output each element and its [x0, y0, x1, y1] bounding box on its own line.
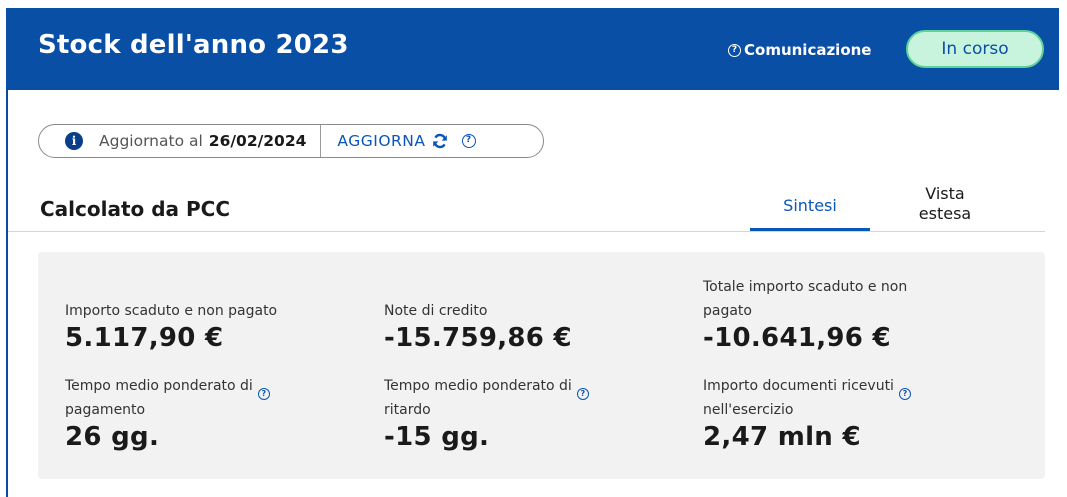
stat-label-line2: pagato: [703, 303, 752, 319]
updated-date: 26/02/2024: [208, 132, 307, 150]
stat-label: Note di credito: [384, 303, 488, 319]
updated-label: Aggiornato al: [99, 132, 203, 150]
left-border: [6, 88, 8, 497]
stat-value: 26 gg.: [65, 422, 160, 452]
stat-value: -15 gg.: [384, 422, 490, 452]
tabs-divider: [8, 231, 1045, 232]
stat-value: -15.759,86 €: [384, 323, 572, 353]
question-icon[interactable]: ?: [576, 388, 589, 400]
question-icon: ?: [728, 43, 741, 57]
refresh-button[interactable]: AGGIORNA: [337, 132, 447, 150]
question-icon[interactable]: ?: [898, 388, 911, 400]
tab-label-line2: estesa: [918, 204, 972, 223]
stats-panel: Importo scaduto e non pagato 5.117,90 € …: [38, 252, 1045, 479]
refresh-icon: [432, 133, 448, 149]
stat-label-line1: Totale importo scaduto e non: [703, 279, 908, 295]
info-icon: i: [65, 132, 83, 150]
stat-label: Importo scaduto e non pagato: [65, 303, 278, 319]
communication-label: Comunicazione: [744, 41, 872, 59]
tab-label-line1: Vista: [925, 184, 965, 203]
divider: [320, 125, 322, 157]
question-icon[interactable]: ?: [461, 134, 476, 148]
stat-label-line2: ritardo: [384, 402, 431, 418]
stat-value: -10.641,96 €: [703, 323, 891, 353]
stat-credit-notes: Note di credito -15.759,86 €: [384, 299, 572, 353]
stat-avg-payment-time: Tempo medio ponderato di? pagamento 26 g…: [65, 374, 270, 452]
tab-sintesi[interactable]: Sintesi: [750, 194, 870, 232]
communication-link[interactable]: ? Comunicazione: [728, 41, 872, 59]
stat-value: 5.117,90 €: [65, 323, 224, 353]
stat-total-overdue: Totale importo scaduto e non pagato -10.…: [703, 275, 907, 353]
page: Stock dell'anno 2023 ? Comunicazione In …: [0, 0, 1067, 497]
refresh-label: AGGIORNA: [337, 132, 426, 150]
stat-label-line2: pagamento: [65, 402, 146, 418]
page-title: Stock dell'anno 2023: [38, 30, 349, 60]
update-bar: i Aggiornato al 26/02/2024 AGGIORNA ?: [38, 124, 544, 158]
stat-label-line2: nell'esercizio: [703, 402, 794, 418]
stat-label-line1: Importo documenti ricevuti: [703, 378, 894, 394]
stat-label-line1: Tempo medio ponderato di: [65, 378, 253, 394]
stat-avg-delay-time: Tempo medio ponderato di? ritardo -15 gg…: [384, 374, 589, 452]
stat-label-line1: Tempo medio ponderato di: [384, 378, 572, 394]
page-header: Stock dell'anno 2023 ? Comunicazione In …: [6, 8, 1059, 90]
stat-received-docs: Importo documenti ricevuti? nell'eserciz…: [703, 374, 911, 452]
stat-unpaid-overdue: Importo scaduto e non pagato 5.117,90 €: [65, 299, 277, 353]
question-icon[interactable]: ?: [257, 388, 270, 400]
tab-vista-estesa[interactable]: Vista estesa: [890, 184, 1000, 224]
stat-value: 2,47 mln €: [703, 422, 861, 452]
section-title: Calcolato da PCC: [40, 197, 231, 221]
status-badge: In corso: [906, 30, 1044, 68]
